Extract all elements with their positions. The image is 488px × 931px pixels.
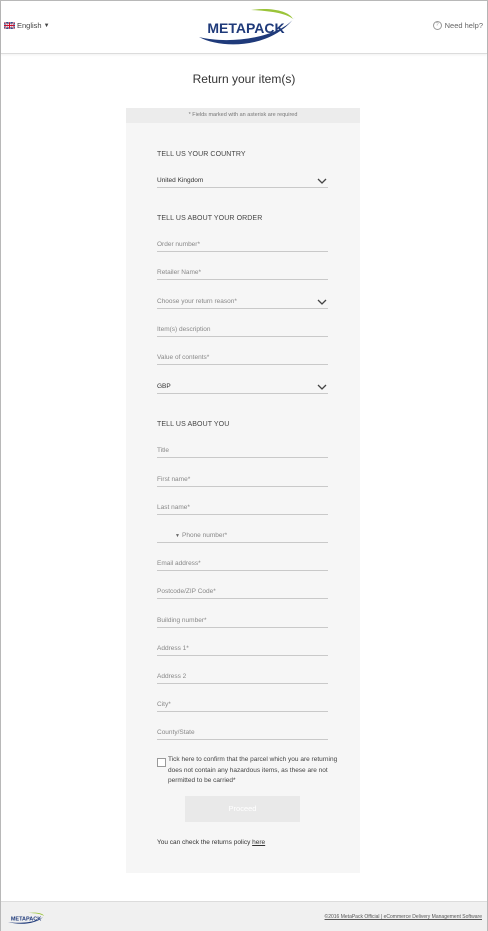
country-value: United Kingdom <box>157 177 204 184</box>
title-placeholder: Title <box>157 447 170 454</box>
currency-value: GBP <box>157 383 171 390</box>
country-heading: TELL US YOUR COUNTRY <box>157 151 246 158</box>
email-input[interactable]: Email address* <box>157 556 328 571</box>
language-label: English <box>17 21 42 30</box>
county-placeholder: County/State <box>157 729 195 736</box>
phone-input[interactable]: ▼ Phone number* <box>157 528 328 543</box>
county-input[interactable]: County/State <box>157 725 328 740</box>
page-title: Return your item(s) <box>192 72 296 86</box>
value-of-contents-placeholder: Value of contents* <box>157 354 210 361</box>
city-placeholder: City* <box>157 701 171 708</box>
retailer-name-placeholder: Retailer Name* <box>157 269 202 276</box>
about-heading: TELL US ABOUT YOU <box>157 421 230 428</box>
returns-policy-text: You can check the returns policy here <box>157 839 265 846</box>
order-heading: TELL US ABOUT YOUR ORDER <box>157 215 263 222</box>
postcode-input[interactable]: Postcode/ZIP Code* <box>157 584 328 599</box>
return-reason-select[interactable]: Choose your return reason* <box>157 294 328 309</box>
phone-placeholder: Phone number* <box>182 532 228 539</box>
chevron-down-icon <box>317 384 327 390</box>
order-number-input[interactable]: Order number* <box>157 237 328 252</box>
address1-input[interactable]: Address 1* <box>157 641 328 656</box>
address2-placeholder: Address 2 <box>157 673 187 680</box>
address1-placeholder: Address 1* <box>157 645 189 652</box>
last-name-input[interactable]: Last name* <box>157 500 328 515</box>
header: English ▼ METAPACK ? Need help? <box>1 1 487 54</box>
address2-input[interactable]: Address 2 <box>157 669 328 684</box>
hazard-checkbox[interactable] <box>157 758 166 767</box>
language-selector[interactable]: English ▼ <box>4 21 50 30</box>
proceed-button[interactable]: Proceed <box>185 796 300 822</box>
need-help-label: Need help? <box>444 21 483 30</box>
footer-logo[interactable]: METAPACK <box>6 911 46 924</box>
item-description-input[interactable]: Item(s) description <box>157 322 328 337</box>
footer-logo-text: METAPACK <box>11 917 41 923</box>
currency-select[interactable]: GBP <box>157 379 328 394</box>
returns-policy-link[interactable]: here <box>252 839 265 846</box>
caret-down-icon: ▼ <box>43 22 50 29</box>
building-number-input[interactable]: Building number* <box>157 613 328 628</box>
order-number-placeholder: Order number* <box>157 241 200 248</box>
policy-prefix: You can check the returns policy <box>157 839 253 846</box>
last-name-placeholder: Last name* <box>157 504 190 511</box>
chevron-down-icon <box>317 299 327 305</box>
question-icon: ? <box>432 21 442 30</box>
footer-copyright[interactable]: ©2016 MetaPack Official | eCommerce Deli… <box>325 914 482 920</box>
caret-down-icon: ▼ <box>175 533 180 539</box>
hazard-label: Tick here to confirm that the parcel whi… <box>168 756 338 784</box>
item-description-placeholder: Item(s) description <box>157 326 211 333</box>
building-number-placeholder: Building number* <box>157 617 207 624</box>
first-name-placeholder: First name* <box>157 476 191 483</box>
required-note: * Fields marked with an asterisk are req… <box>126 108 360 123</box>
value-of-contents-input[interactable]: Value of contents* <box>157 350 328 365</box>
uk-flag-icon <box>4 22 15 29</box>
first-name-input[interactable]: First name* <box>157 472 328 487</box>
chevron-down-icon <box>317 178 327 184</box>
title-input[interactable]: Title <box>157 443 328 458</box>
need-help-link[interactable]: ? Need help? <box>432 21 483 30</box>
return-reason-placeholder: Choose your return reason* <box>157 298 237 305</box>
footer: METAPACK ©2016 MetaPack Official | eComm… <box>1 901 487 931</box>
metapack-logo[interactable]: METAPACK <box>191 7 301 47</box>
country-select[interactable]: United Kingdom <box>157 173 328 188</box>
email-placeholder: Email address* <box>157 560 201 567</box>
logo-text: METAPACK <box>207 20 284 36</box>
city-input[interactable]: City* <box>157 697 328 712</box>
uk-flag-icon[interactable] <box>163 532 172 538</box>
postcode-placeholder: Postcode/ZIP Code* <box>157 588 216 595</box>
retailer-name-input[interactable]: Retailer Name* <box>157 265 328 280</box>
